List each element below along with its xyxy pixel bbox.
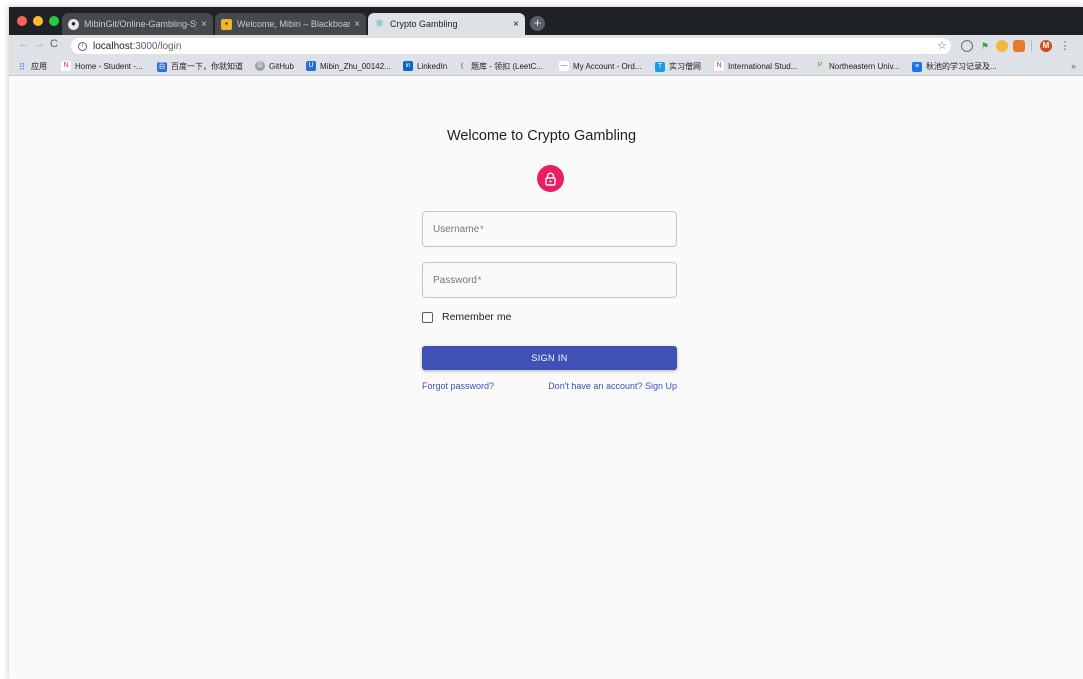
info-icon[interactable]: i <box>78 41 87 51</box>
profile-avatar[interactable]: M <box>1040 40 1052 52</box>
bookmarks-bar: ⠿ 应用 N Home - Student -... 百 百度一下，你就知道 G… <box>9 57 1083 76</box>
close-icon[interactable]: × <box>354 19 360 30</box>
bookmark-label: LinkedIn <box>417 61 448 71</box>
required-mark: * <box>477 275 482 285</box>
bookmark-label: My Account - Ord... <box>573 61 642 71</box>
metamask-extension-icon[interactable] <box>1013 40 1025 52</box>
sign-up-link[interactable]: Don't have an account? Sign Up <box>548 381 677 391</box>
tab-title: Welcome, Mibin – Blackboard L <box>237 19 351 29</box>
username-placeholder: Username <box>433 223 480 235</box>
minimize-window-button[interactable] <box>33 16 43 26</box>
bookmark-item[interactable]: ⟨ 题库 - 领扣 (LeetC... <box>457 61 543 72</box>
bookmark-item[interactable]: U Mibin_Zhu_00142... <box>306 61 391 71</box>
bookmark-item[interactable]: — My Account - Ord... <box>559 61 641 71</box>
bookmark-favicon-icon: ≡ <box>912 61 922 72</box>
bookmark-favicon-icon: P <box>817 62 823 69</box>
sign-in-button[interactable]: SIGN IN <box>422 346 677 370</box>
react-icon: ⚛ <box>374 17 385 30</box>
tab-github[interactable]: ● MibinGit/Online-Gambling-Sys × <box>62 13 213 35</box>
tab-title: Crypto Gambling <box>390 19 458 29</box>
bookmark-label: 实习僧网 <box>669 62 701 71</box>
maximize-window-button[interactable] <box>49 16 59 26</box>
apps-grid-icon: ⠿ <box>18 61 26 72</box>
bookmark-favicon-icon: G <box>255 61 265 71</box>
lock-icon <box>537 165 564 192</box>
remember-me-label: Remember me <box>442 311 512 323</box>
bookmark-favicon-icon: ⟨ <box>460 62 464 70</box>
bookmark-label: 百度一下，你就知道 <box>171 62 243 71</box>
bookmarks-overflow-button[interactable]: » <box>1071 61 1076 71</box>
address-bar[interactable]: i localhost:3000/login ☆ <box>71 38 951 54</box>
new-tab-button[interactable]: + <box>530 16 545 31</box>
tab-title: MibinGit/Online-Gambling-Sys <box>84 19 198 29</box>
bookmark-item[interactable]: G GitHub <box>255 61 294 71</box>
bookmark-label: Home - Student -... <box>75 61 143 71</box>
github-icon: ● <box>68 18 79 30</box>
bookmark-item[interactable]: ≡ 秋池的学习记录及... <box>912 61 997 72</box>
bookmark-item[interactable]: T 实习僧网 <box>655 61 701 72</box>
bookmark-star-icon[interactable]: ☆ <box>937 39 947 52</box>
shield-extension-icon[interactable] <box>961 40 973 52</box>
lock-icon-glyph <box>545 172 556 186</box>
browser-toolbar: ← → C i localhost:3000/login ☆ ⚑ M ⋮ <box>9 35 1083 57</box>
tab-crypto-gambling[interactable]: ⚛ Crypto Gambling × <box>368 13 525 35</box>
bookmark-label: 题库 - 领扣 (LeetC... <box>471 62 544 71</box>
bookmark-favicon-icon: N <box>61 61 71 71</box>
bookmark-label: 应用 <box>31 62 47 71</box>
forgot-password-link[interactable]: Forgot password? <box>422 381 494 391</box>
bookmark-favicon-icon: U <box>306 61 316 71</box>
tab-blackboard[interactable]: ▪ Welcome, Mibin – Blackboard L × <box>215 13 366 35</box>
bookmark-label: 秋池的学习记录及... <box>926 62 997 71</box>
password-field[interactable]: Password * <box>422 262 677 298</box>
close-icon[interactable]: × <box>513 19 519 30</box>
honey-extension-icon[interactable] <box>996 40 1008 52</box>
bookmark-label: Mibin_Zhu_00142... <box>320 61 391 71</box>
close-icon[interactable]: × <box>201 19 207 30</box>
bookmark-item[interactable]: N International Stud... <box>714 61 797 71</box>
bookmark-favicon-icon: — <box>559 61 569 71</box>
bookmark-favicon-icon: N <box>714 61 724 71</box>
bookmark-label: International Stud... <box>728 61 798 71</box>
tab-strip: ● MibinGit/Online-Gambling-Sys × ▪ Welco… <box>9 7 1083 35</box>
browser-window: ● MibinGit/Online-Gambling-Sys × ▪ Welco… <box>9 7 1083 679</box>
required-mark: * <box>480 224 484 234</box>
url-path: :3000/login <box>132 40 182 52</box>
blackboard-icon: ▪ <box>221 18 232 30</box>
remember-me[interactable]: Remember me <box>422 311 511 323</box>
reload-button[interactable]: C <box>50 38 58 50</box>
login-page: Welcome to Crypto Gambling Username * Pas… <box>9 77 1083 679</box>
bookmark-favicon-icon: 百 <box>157 61 167 72</box>
url-host: localhost <box>93 40 133 52</box>
more-menu-icon[interactable]: ⋮ <box>1059 40 1071 52</box>
toolbar-divider <box>1031 40 1032 52</box>
bookmark-label: Northeastern Univ... <box>829 61 900 71</box>
bookmark-apps[interactable]: ⠿ 应用 <box>17 61 47 72</box>
bookmark-favicon-icon: T <box>655 61 665 72</box>
bookmark-item[interactable]: in LinkedIn <box>403 61 447 71</box>
remember-me-checkbox[interactable] <box>422 311 433 323</box>
username-field[interactable]: Username * <box>422 211 677 247</box>
page-title: Welcome to Crypto Gambling <box>446 128 637 144</box>
bookmark-label: GitHub <box>269 61 294 71</box>
flag-extension-icon[interactable]: ⚑ <box>979 40 991 52</box>
bookmark-item[interactable]: N Home - Student -... <box>61 61 143 71</box>
close-window-button[interactable] <box>17 16 27 26</box>
password-placeholder: Password <box>433 274 477 286</box>
bookmark-item[interactable]: 百 百度一下，你就知道 <box>157 61 243 72</box>
back-button[interactable]: ← <box>18 38 29 50</box>
bookmark-favicon-icon: in <box>403 61 413 71</box>
forward-button[interactable]: → <box>34 38 45 50</box>
bookmark-item[interactable]: P Northeastern Univ... <box>815 61 900 71</box>
